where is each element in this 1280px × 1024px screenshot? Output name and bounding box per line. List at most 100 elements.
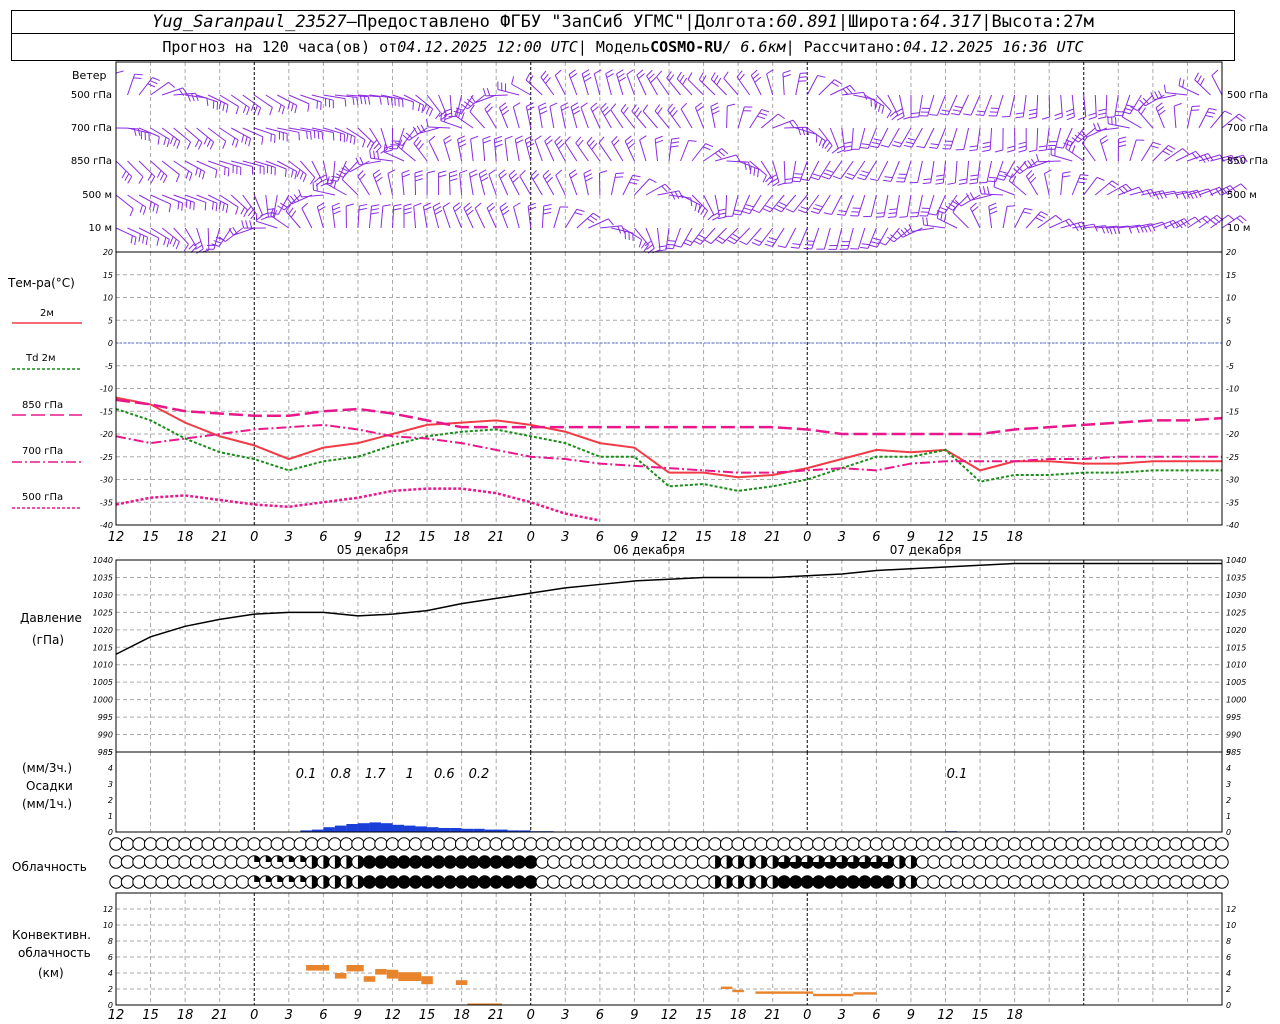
wind-barb-feather — [586, 218, 595, 224]
wind-barb-feather — [177, 201, 180, 210]
convective-bar — [755, 991, 802, 994]
wind-barb-feather — [1023, 161, 1029, 169]
convective-title-1: Конвективн. — [12, 928, 91, 942]
precip-bar — [427, 827, 439, 832]
wind-barb-shaft — [1025, 211, 1042, 229]
wind-barb-feather — [494, 135, 502, 140]
time-label-mid: 18 — [1006, 530, 1023, 545]
prec-ytick-left: 2 — [108, 796, 113, 805]
wind-barb-shaft — [497, 89, 520, 96]
wind-barb-feather — [701, 75, 707, 83]
wind-barb-feather — [741, 210, 750, 215]
temp-ytick-right: -30 — [1226, 476, 1239, 485]
wind-barb-feather — [532, 173, 540, 180]
prec-ytick-right: 4 — [1226, 764, 1231, 773]
wind-barb-feather — [849, 85, 856, 92]
cloud-symbol-lower-fill — [466, 875, 480, 889]
wind-barb-feather — [211, 201, 214, 210]
temp-ytick-right: -25 — [1226, 453, 1239, 462]
wind-barb-feather — [195, 167, 198, 176]
cloud-symbol-upper — [143, 837, 158, 851]
wind-barb-feather — [413, 136, 420, 144]
conv-ytick-right: 6 — [1226, 953, 1231, 962]
wind-barb-feather — [790, 246, 799, 249]
wind-barb-shaft — [555, 174, 566, 196]
time-label-bottom: 0 — [527, 1008, 535, 1023]
precip-3h-label: 0.1 — [947, 767, 968, 782]
wind-barb-shaft — [610, 109, 624, 129]
conv-ytick-right: 0 — [1226, 1001, 1231, 1010]
wind-barb-feather — [296, 169, 301, 178]
wind-barb-shaft — [867, 127, 877, 149]
wind-barb-shaft — [383, 151, 405, 162]
wind-barb-shaft — [414, 172, 417, 196]
cloud-symbol-lower-fill — [824, 875, 837, 889]
wind-barb-feather — [654, 104, 661, 112]
wind-barb-feather — [618, 76, 626, 82]
wind-barb-feather — [149, 80, 158, 85]
wind-barb-feather — [331, 175, 340, 179]
cloud-symbol-middle — [109, 855, 123, 869]
wind-barb-shaft — [327, 183, 347, 196]
pres-ytick-right: 990 — [1226, 731, 1241, 740]
wind-barb-feather — [784, 178, 793, 181]
cloud-symbol-upper — [696, 837, 711, 851]
cloud-symbol-upper — [362, 837, 377, 851]
cloud-symbol-middle-fill — [386, 855, 399, 869]
cloud-symbol-lower-fill — [812, 875, 825, 889]
cloud-symbol-middle — [1157, 855, 1172, 869]
wind-barb-feather — [873, 237, 882, 241]
wind-barb-feather — [800, 72, 809, 74]
wind-barb-shaft — [656, 76, 670, 96]
wind-barb-feather — [696, 106, 704, 112]
wind-barb-feather — [935, 182, 944, 185]
cloud-symbol-lower — [1030, 875, 1045, 889]
wind-barb-shaft — [544, 140, 555, 162]
wind-barb-feather — [417, 103, 421, 112]
pres-ytick-right: 1010 — [1226, 661, 1246, 670]
wind-barb-feather — [332, 206, 341, 211]
wind-barb-shaft — [428, 140, 440, 162]
wind-barb-feather — [823, 212, 832, 216]
cloud-symbol-upper — [673, 837, 688, 851]
wind-barb-shaft — [976, 160, 981, 183]
cloud-symbol-upper — [1007, 837, 1022, 851]
time-label-bottom: 21 — [211, 1008, 228, 1023]
wind-barb-shaft — [488, 174, 497, 196]
cloud-symbol-lower — [1203, 875, 1218, 889]
wind-barb-feather — [549, 102, 558, 107]
wind-barb-feather — [969, 182, 978, 185]
cloud-symbol-middle — [685, 855, 699, 869]
wind-barb-feather — [172, 238, 177, 247]
wind-barb-feather — [156, 170, 162, 178]
wind-barb-shaft — [927, 94, 935, 117]
wind-barb-shaft — [586, 142, 601, 162]
wind-barb-feather — [353, 136, 356, 145]
wind-barb-feather — [321, 131, 324, 140]
prec-ytick-left: 0 — [108, 828, 113, 837]
cloud-symbol-middle-fill — [466, 855, 480, 869]
wind-barb-feather — [893, 140, 902, 145]
wind-barb-feather — [799, 76, 808, 78]
cloud-symbol-lower — [961, 875, 976, 889]
cloud-symbol-middle — [627, 855, 642, 869]
wind-barb-shaft — [858, 127, 866, 150]
conv-ytick-left: 4 — [108, 969, 113, 978]
wind-barb-shaft — [184, 160, 205, 172]
wind-barb-feather — [857, 177, 866, 181]
wind-barb-shaft — [758, 227, 774, 246]
cloud-symbol-middle-fill — [420, 855, 434, 869]
temp-ytick-right: 0 — [1226, 339, 1231, 348]
wind-barb-shaft — [413, 143, 428, 162]
wind-barb-feather — [804, 244, 814, 246]
wind-barb-feather — [415, 139, 422, 147]
wind-barb-feather — [366, 140, 372, 148]
wind-barb-shaft — [947, 94, 958, 116]
pres-ytick-left: 1010 — [93, 661, 113, 670]
wind-barb-shaft — [233, 227, 255, 236]
wind-barb-shaft — [549, 106, 555, 129]
wind-barb-feather — [886, 110, 892, 119]
wind-barb-feather — [465, 206, 472, 213]
wind-barb-feather — [861, 243, 870, 246]
wind-barb-feather — [372, 169, 380, 175]
